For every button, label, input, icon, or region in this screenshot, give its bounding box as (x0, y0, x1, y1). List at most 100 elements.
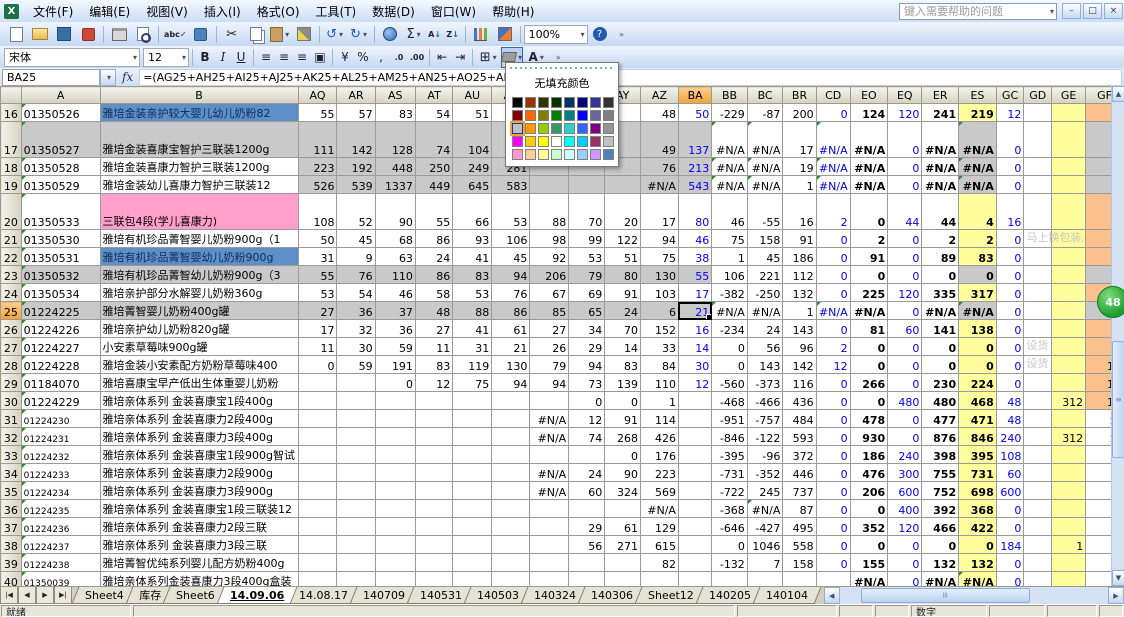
cell-AQ36[interactable] (298, 500, 337, 518)
cell-AQ18[interactable]: 223 (298, 158, 337, 176)
cell-BA17[interactable]: 137 (678, 122, 711, 158)
cell-BC28[interactable]: 143 (747, 356, 783, 374)
col-header-AU[interactable]: AU (453, 87, 492, 104)
cell-BB21[interactable]: 75 (712, 230, 748, 248)
cell-AT20[interactable]: 55 (415, 194, 452, 230)
cell-GD25[interactable] (1024, 302, 1052, 320)
cell-AY36[interactable] (605, 500, 641, 518)
cell-AY31[interactable]: 91 (605, 410, 641, 428)
cell-GE38[interactable]: 1 (1052, 536, 1086, 554)
cell-AR29[interactable] (337, 374, 375, 392)
cell-AT35[interactable] (415, 482, 452, 500)
cell-CD33[interactable]: 0 (816, 446, 850, 464)
cell-GC28[interactable]: 0 (996, 356, 1024, 374)
cell-AX22[interactable]: 53 (569, 248, 605, 266)
cell-BA26[interactable]: 16 (678, 320, 711, 338)
cell-B20[interactable]: 三联包4段(学儿喜康力) (100, 194, 298, 230)
cell-AY39[interactable] (605, 554, 641, 572)
zoom-select[interactable]: 100%▾ (524, 25, 588, 44)
cell-A33[interactable]: 01224232 (21, 446, 100, 464)
cell-AV39[interactable] (492, 554, 530, 572)
cell-GC16[interactable]: 12 (996, 104, 1024, 122)
cell-CD17[interactable]: #N/A (816, 122, 850, 158)
cell-AW32[interactable]: #N/A (530, 428, 569, 446)
color-swatch-0000FF[interactable] (577, 110, 588, 121)
cell-AT38[interactable] (415, 536, 452, 554)
cell-BC23[interactable]: 221 (747, 266, 783, 284)
cell-A32[interactable]: 01224231 (21, 428, 100, 446)
cell-AS21[interactable]: 68 (375, 230, 415, 248)
cell-AT16[interactable]: 54 (415, 104, 452, 122)
cell-AV27[interactable]: 21 (492, 338, 530, 356)
cell-CD27[interactable]: 2 (816, 338, 850, 356)
cell-CD28[interactable]: 12 (816, 356, 850, 374)
menu-文件(F)[interactable]: 文件(F) (25, 1, 81, 22)
copy-button[interactable] (245, 24, 267, 45)
cell-B16[interactable]: 雅培金装亲护较大婴儿幼儿奶粉82 (100, 104, 298, 122)
color-swatch-003366[interactable] (564, 97, 575, 108)
horizontal-scroll-thumb[interactable] (861, 588, 1029, 603)
borders-button[interactable]: ⊞▾ (477, 47, 499, 68)
cell-BR35[interactable]: 737 (783, 482, 816, 500)
cell-A17[interactable]: 01350527 (21, 122, 100, 158)
cell-AS22[interactable]: 63 (375, 248, 415, 266)
color-swatch-333333[interactable] (603, 97, 614, 108)
cell-AX19[interactable] (569, 176, 605, 194)
col-header-ES[interactable]: ES (959, 87, 997, 104)
cell-ER30[interactable]: 480 (922, 392, 959, 410)
cell-BR38[interactable]: 558 (783, 536, 816, 554)
cell-AX25[interactable]: 65 (569, 302, 605, 320)
cell-EQ37[interactable]: 120 (888, 518, 922, 536)
cell-ES25[interactable]: #N/A (959, 302, 997, 320)
cell-ES22[interactable]: 83 (959, 248, 997, 266)
cell-BA37[interactable] (678, 518, 711, 536)
cell-EO21[interactable]: 2 (850, 230, 888, 248)
cell-AR35[interactable] (337, 482, 375, 500)
cell-BB38[interactable]: 0 (712, 536, 748, 554)
cell-AX32[interactable]: 74 (569, 428, 605, 446)
cell-AT21[interactable]: 86 (415, 230, 452, 248)
cell-AR17[interactable]: 142 (337, 122, 375, 158)
cell-AY33[interactable]: 0 (605, 446, 641, 464)
cell-ER18[interactable]: #N/A (922, 158, 959, 176)
cell-AW36[interactable] (530, 500, 569, 518)
color-swatch-99CCFF[interactable] (577, 149, 588, 160)
col-header-BR[interactable]: BR (783, 87, 816, 104)
cell-GD19[interactable] (1024, 176, 1052, 194)
cell-ER19[interactable]: #N/A (922, 176, 959, 194)
cell-AY34[interactable]: 90 (605, 464, 641, 482)
color-swatch-FF00FF[interactable] (512, 136, 523, 147)
cell-AU24[interactable]: 53 (453, 284, 492, 302)
cell-AY32[interactable]: 268 (605, 428, 641, 446)
cell-GC30[interactable]: 48 (996, 392, 1024, 410)
cell-EQ29[interactable]: 0 (888, 374, 922, 392)
cell-AZ34[interactable]: 223 (640, 464, 678, 482)
floating-badge[interactable]: 48 (1097, 286, 1124, 318)
permission-button[interactable] (77, 24, 99, 45)
cell-BR26[interactable]: 143 (783, 320, 816, 338)
cell-GC32[interactable]: 240 (996, 428, 1024, 446)
col-header-AS[interactable]: AS (375, 87, 415, 104)
cell-AZ29[interactable]: 110 (640, 374, 678, 392)
cell-A35[interactable]: 01224234 (21, 482, 100, 500)
cell-AZ27[interactable]: 33 (640, 338, 678, 356)
cell-BC16[interactable]: -87 (747, 104, 783, 122)
cell-BA19[interactable]: 543 (678, 176, 711, 194)
cell-ES27[interactable]: 0 (959, 338, 997, 356)
cell-AQ39[interactable] (298, 554, 337, 572)
color-swatch-FFFFFF[interactable] (551, 136, 562, 147)
cell-AU16[interactable]: 51 (453, 104, 492, 122)
currency-button[interactable]: ¥ (337, 47, 353, 68)
col-header-GD[interactable]: GD (1024, 87, 1052, 104)
cell-AQ31[interactable] (298, 410, 337, 428)
cell-B17[interactable]: 雅培金装喜康宝智护三联装1200g (100, 122, 298, 158)
cell-AU19[interactable]: 645 (453, 176, 492, 194)
cell-GC35[interactable]: 600 (996, 482, 1024, 500)
cell-AS23[interactable]: 110 (375, 266, 415, 284)
cell-BA38[interactable] (678, 536, 711, 554)
cell-AT37[interactable] (415, 518, 452, 536)
cell-AV20[interactable]: 53 (492, 194, 530, 230)
cell-EQ39[interactable]: 0 (888, 554, 922, 572)
cell-A18[interactable]: 01350528 (21, 158, 100, 176)
cell-CD26[interactable]: 0 (816, 320, 850, 338)
